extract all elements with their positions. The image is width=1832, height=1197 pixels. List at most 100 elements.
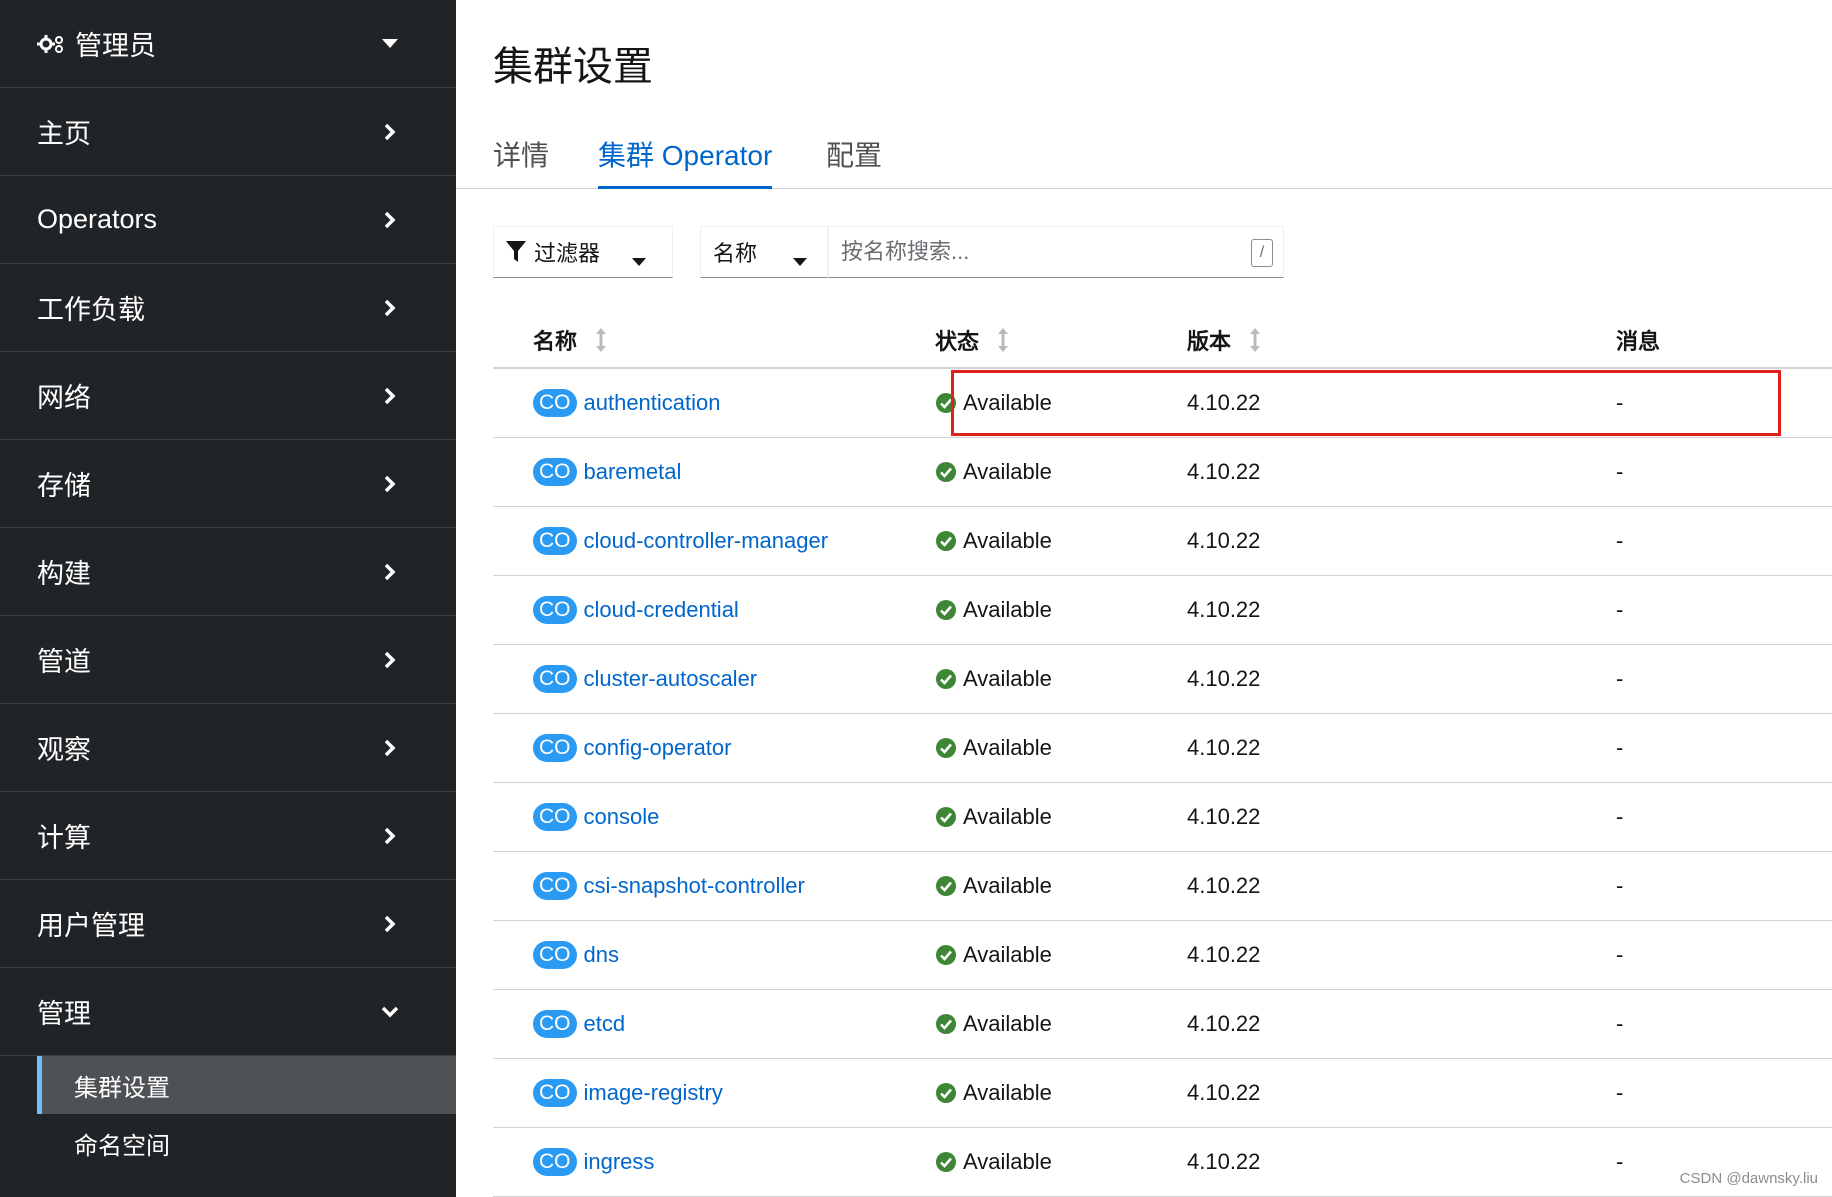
operator-link[interactable]: csi-snapshot-controller [584, 873, 805, 899]
operator-link[interactable]: etcd [584, 1011, 626, 1037]
subnav-item-label: 命名空间 [74, 1132, 170, 1160]
operator-link[interactable]: baremetal [584, 459, 682, 485]
sidebar-item-observe[interactable]: 观察 [0, 704, 456, 792]
column-header-message: 消息 [1616, 324, 1660, 356]
search-input[interactable] [829, 227, 1229, 277]
resource-badge: CO [533, 665, 577, 693]
status-text: Available [963, 528, 1052, 553]
sidebar-item-home[interactable]: 主页 [0, 88, 456, 176]
chevron-right-icon [379, 649, 401, 671]
tab-details[interactable]: 详情 [493, 134, 549, 189]
operator-link[interactable]: config-operator [584, 735, 732, 761]
cluster-operators-table: 名称 状态 版本 消息 CO authentication Available 4.1… [493, 300, 1832, 1197]
page-title: 集群设置 [493, 45, 653, 89]
version-cell: 4.10.22 [1187, 459, 1261, 484]
operator-link[interactable]: dns [584, 942, 619, 968]
sidebar-item-operators[interactable]: Operators [0, 176, 456, 264]
filter-dropdown[interactable]: 过滤器 [493, 226, 673, 278]
check-circle-icon [935, 599, 957, 621]
resource-badge: CO [533, 941, 577, 969]
check-circle-icon [935, 875, 957, 897]
name-cell: CO authentication [533, 369, 721, 437]
sort-icon[interactable] [595, 328, 607, 352]
tab-bar: 详情 集群 Operator 配置 [456, 120, 1832, 189]
sidebar-item-label: Operators [37, 204, 158, 234]
caret-down-icon [632, 247, 646, 273]
filter-label: 过滤器 [534, 241, 601, 266]
sidebar: 管理员 主页 Operators 工作负载网络存储 构建 管道 观察计算用户管理管理 集群… [0, 0, 456, 1197]
sidebar-item-label: 管理 [37, 999, 91, 1029]
sidebar-item-label: 网络 [37, 383, 91, 413]
column-header-version[interactable]: 版本 [1187, 324, 1261, 356]
table-body: CO authentication Available 4.10.22 - CO barem… [493, 369, 1832, 1197]
check-circle-icon [935, 944, 957, 966]
tab-cluster-operators[interactable]: 集群 Operator [598, 134, 773, 189]
resource-badge: CO [533, 1148, 577, 1176]
operator-link[interactable]: cloud-credential [584, 597, 739, 623]
sort-icon[interactable] [997, 328, 1009, 352]
caret-down-icon [379, 33, 401, 55]
column-header-name[interactable]: 名称 [533, 324, 607, 356]
subnav-item-cluster-settings[interactable]: 集群设置 [37, 1056, 456, 1114]
sidebar-item-storage[interactable]: 存储 [0, 440, 456, 528]
cogs-icon [37, 33, 65, 55]
operator-link[interactable]: ingress [584, 1149, 655, 1175]
resource-badge: CO [533, 1010, 577, 1038]
sidebar-item-compute[interactable]: 计算 [0, 792, 456, 880]
status-text: Available [963, 1011, 1052, 1036]
name-cell: CO cloud-controller-manager [533, 507, 828, 575]
status-text: Available [963, 597, 1052, 622]
status-text: Available [963, 735, 1052, 760]
sidebar-item-user-management[interactable]: 用户管理 [0, 880, 456, 968]
operator-link[interactable]: console [584, 804, 660, 830]
message-cell: - [1616, 666, 1624, 691]
tab-configuration[interactable]: 配置 [826, 134, 882, 189]
sidebar-item-label: 工作负载 [37, 295, 145, 325]
check-circle-icon [935, 1082, 957, 1104]
operator-link[interactable]: cluster-autoscaler [584, 666, 758, 692]
status-text: Available [963, 459, 1052, 484]
column-header-label: 状态 [935, 329, 980, 354]
status-cell: Available [935, 576, 1052, 644]
sort-icon[interactable] [1249, 328, 1261, 352]
check-circle-icon [935, 1013, 957, 1035]
sidebar-item-label: 主页 [37, 119, 91, 149]
sidebar-item-builds[interactable]: 构建 [0, 528, 456, 616]
status-cell: Available [935, 1059, 1052, 1127]
main-content: 集群设置 详情 集群 Operator 配置 过滤器 名称 / 名称 状态 [456, 0, 1832, 1197]
table-row: CO cloud-controller-manager Available 4.10.… [493, 507, 1832, 576]
search-box: / [828, 226, 1284, 278]
search-field-select[interactable]: 名称 [700, 226, 828, 278]
column-header-status[interactable]: 状态 [935, 324, 1009, 356]
table-row: CO cloud-credential Available 4.10.22 - [493, 576, 1832, 645]
table-row: CO image-registry Available 4.10.22 - [493, 1059, 1832, 1128]
sidebar-item-pipelines[interactable]: 管道 [0, 616, 456, 704]
resource-badge: CO [533, 1079, 577, 1107]
resource-badge: CO [533, 596, 577, 624]
operator-link[interactable]: authentication [584, 390, 721, 416]
message-cell: - [1616, 873, 1624, 898]
column-header-label: 版本 [1187, 329, 1232, 354]
table-row: CO csi-snapshot-controller Available 4.10.2… [493, 852, 1832, 921]
chevron-right-icon [379, 561, 401, 583]
subnav-item-namespaces[interactable]: 命名空间 [37, 1114, 456, 1172]
operator-link[interactable]: cloud-controller-manager [584, 528, 829, 554]
chevron-right-icon [379, 121, 401, 143]
chevron-right-icon [379, 825, 401, 847]
sidebar-item-label: 计算 [37, 823, 91, 853]
sidebar-item-administration[interactable]: 管理 [0, 968, 456, 1056]
version-cell: 4.10.22 [1187, 1080, 1261, 1105]
sidebar-item-networking[interactable]: 网络 [0, 352, 456, 440]
status-cell: Available [935, 507, 1052, 575]
perspective-switcher[interactable]: 管理员 [0, 0, 456, 88]
name-cell: CO baremetal [533, 438, 681, 506]
sidebar-item-workloads[interactable]: 工作负载 [0, 264, 456, 352]
message-cell: - [1616, 1011, 1624, 1036]
resource-badge: CO [533, 389, 577, 417]
chevron-right-icon [379, 297, 401, 319]
column-header-label: 名称 [533, 329, 578, 354]
operator-link[interactable]: image-registry [584, 1080, 723, 1106]
message-cell: - [1616, 942, 1624, 967]
status-text: Available [963, 804, 1052, 829]
status-cell: Available [935, 783, 1052, 851]
